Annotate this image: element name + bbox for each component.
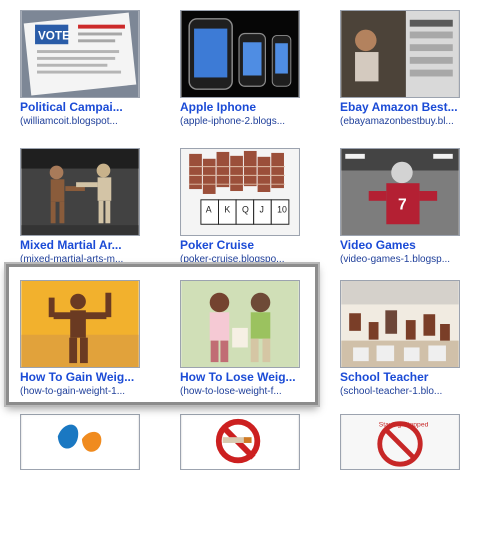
thumbnail-item-partial-stop-smoking[interactable]: Staying Stopped (340, 414, 480, 539)
thumbnail-item-how-to-gain-weight[interactable]: How To Gain Weig... (how-to-gain-weight-… (20, 280, 160, 405)
partial-stop-label: Staying Stopped (379, 422, 429, 429)
thumbnail-url[interactable]: (how-to-gain-weight-1... (20, 386, 180, 397)
thumbnail-grid: VOTE Political Campai... (williamcoit.bl… (0, 0, 485, 470)
school-teacher-thumbnail-image (340, 280, 460, 368)
thumbnail-item-apple-iphone[interactable]: Apple Iphone (apple-iphone-2.blogs... (180, 10, 320, 135)
thumbnail-title[interactable]: School Teacher (340, 370, 485, 384)
apple-iphone-thumbnail-image (180, 10, 300, 98)
svg-text:Q: Q (242, 205, 249, 215)
svg-text:7: 7 (398, 197, 407, 214)
thumbnail-title[interactable]: Ebay Amazon Best... (340, 100, 485, 114)
partial-brand-thumbnail-image (20, 414, 140, 470)
video-games-thumbnail-image: 7 (340, 148, 460, 236)
thumbnail-title[interactable]: Video Games (340, 238, 485, 252)
thumbnail-title[interactable]: Apple Iphone (180, 100, 330, 114)
thumbnail-item-mixed-martial-arts[interactable]: Mixed Martial Ar... (mixed-martial-arts-… (20, 148, 160, 273)
thumbnail-url[interactable]: (ebayamazonbestbuy.bl... (340, 116, 485, 127)
thumbnail-item-video-games[interactable]: 7 Video Games (video-games-1.blogsp... (340, 148, 480, 273)
thumbnail-url[interactable]: (school-teacher-1.blo... (340, 386, 485, 397)
svg-text:10: 10 (277, 205, 287, 215)
thumbnail-item-how-to-lose-weight[interactable]: How To Lose Weig... (how-to-lose-weight-… (180, 280, 320, 405)
partial-no-smoking-thumbnail-image (180, 414, 300, 470)
thumbnail-item-poker-cruise[interactable]: A K Q J 10 Poker Cruise (poker-cruise.bl… (180, 148, 320, 273)
thumbnail-url[interactable]: (mixed-martial-arts-m... (20, 254, 180, 265)
lose-weight-thumbnail-image (180, 280, 300, 368)
thumbnail-url[interactable]: (apple-iphone-2.blogs... (180, 116, 340, 127)
svg-text:K: K (224, 205, 230, 215)
thumbnail-item-political-campaign[interactable]: VOTE Political Campai... (williamcoit.bl… (20, 10, 160, 135)
svg-text:VOTE: VOTE (38, 29, 70, 42)
thumbnail-item-partial-brand[interactable] (20, 414, 160, 539)
thumbnail-item-partial-no-smoking[interactable] (180, 414, 320, 539)
thumbnail-url[interactable]: (how-to-lose-weight-f... (180, 386, 340, 397)
thumbnail-url[interactable]: (poker-cruise.blogspo... (180, 254, 340, 265)
ebay-amazon-thumbnail-image (340, 10, 460, 98)
thumbnail-title[interactable]: Political Campai... (20, 100, 170, 114)
thumbnail-url[interactable]: (video-games-1.blogsp... (340, 254, 485, 265)
gain-weight-thumbnail-image (20, 280, 140, 368)
partial-stop-smoking-thumbnail-image: Staying Stopped (340, 414, 460, 470)
svg-text:A: A (206, 205, 212, 215)
thumbnail-title[interactable]: Mixed Martial Ar... (20, 238, 170, 252)
thumbnail-item-ebay-amazon-best[interactable]: Ebay Amazon Best... (ebayamazonbestbuy.b… (340, 10, 480, 135)
thumbnail-title[interactable]: How To Lose Weig... (180, 370, 330, 384)
mixed-martial-arts-thumbnail-image (20, 148, 140, 236)
svg-text:J: J (260, 205, 264, 215)
thumbnail-item-school-teacher[interactable]: School Teacher (school-teacher-1.blo... (340, 280, 480, 405)
thumbnail-url[interactable]: (williamcoit.blogspot... (20, 116, 180, 127)
political-campaign-thumbnail-image: VOTE (20, 10, 140, 98)
thumbnail-title[interactable]: How To Gain Weig... (20, 370, 170, 384)
poker-cruise-thumbnail-image: A K Q J 10 (180, 148, 300, 236)
thumbnail-title[interactable]: Poker Cruise (180, 238, 330, 252)
